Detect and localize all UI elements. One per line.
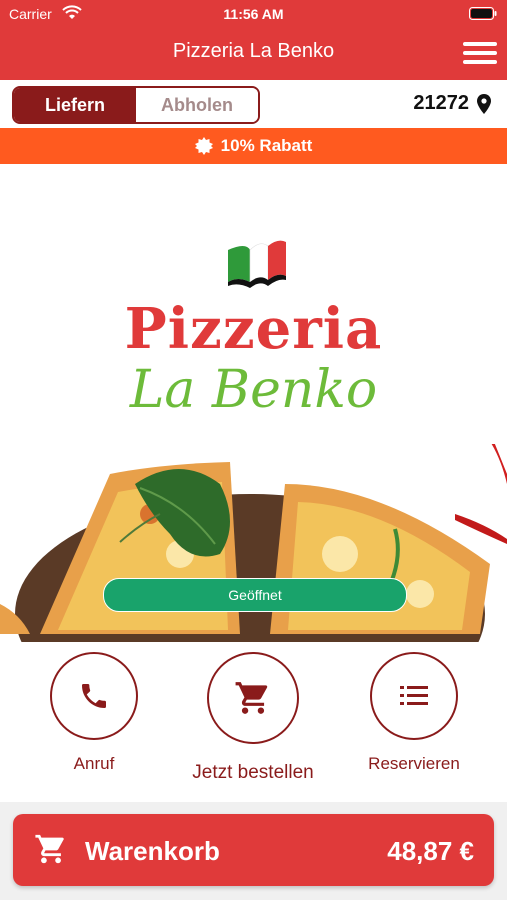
quick-actions: Anruf Jetzt bestellen Reservieren [0, 642, 507, 802]
phone-icon [82, 684, 106, 708]
map-pin-icon [477, 93, 491, 114]
list-icon [400, 686, 428, 705]
battery-icon [469, 7, 497, 20]
cart-button[interactable]: Warenkorb 48,87 € [13, 814, 494, 886]
call-circle[interactable] [50, 652, 138, 740]
zip-selector[interactable]: 21272 [413, 92, 491, 115]
status-badge: Geöffnet [103, 578, 407, 612]
reserve-circle[interactable] [370, 652, 458, 740]
cart-label: Warenkorb [85, 836, 220, 866]
reserve-label: Reservieren [368, 754, 460, 773]
order-now-button[interactable]: Jetzt bestellen [188, 652, 318, 784]
promo-text: 10% Rabatt [220, 136, 313, 155]
call-button[interactable]: Anruf [50, 652, 138, 774]
logo-title: Pizzeria [124, 296, 383, 362]
zip-code: 21272 [413, 92, 469, 114]
italian-flag-icon [228, 240, 286, 288]
order-label: Jetzt bestellen [192, 762, 314, 783]
logo-subtitle: La Benko [129, 360, 378, 420]
tab-delivery[interactable]: Liefern [14, 88, 136, 122]
delivery-pickup-toggle: Liefern Abholen [12, 86, 260, 124]
tab-pickup[interactable]: Abholen [136, 88, 258, 122]
promo-banner: 10% Rabatt [0, 128, 507, 164]
clock: 11:56 AM [223, 6, 284, 22]
pizza-image [0, 444, 507, 642]
cart-total: 48,87 € [387, 836, 474, 866]
badge-icon [194, 137, 213, 155]
page-title: Pizzeria La Benko [172, 40, 335, 62]
order-mode-bar: Liefern Abholen 21272 [0, 80, 507, 128]
cart-icon [235, 682, 268, 714]
call-label: Anruf [73, 754, 115, 773]
reserve-button[interactable]: Reservieren [358, 652, 470, 774]
cart-icon [35, 834, 64, 864]
status-bar: Carrier 11:56 AM [0, 0, 507, 28]
nav-bar: Pizzeria La Benko [0, 28, 507, 80]
hero-banner: Pizzeria La Benko [0, 164, 507, 642]
order-circle[interactable] [207, 652, 299, 744]
hamburger-icon[interactable] [463, 38, 497, 68]
